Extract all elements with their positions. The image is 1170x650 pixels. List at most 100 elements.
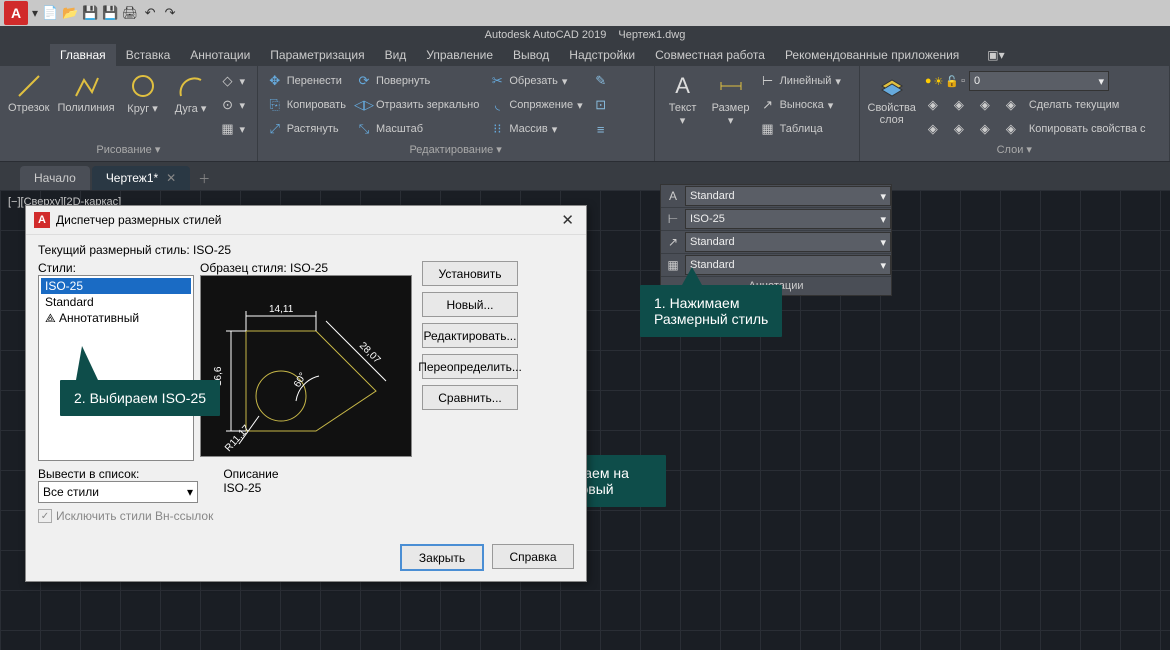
leader-button[interactable]: ↗Выноска ▾ (757, 94, 844, 116)
redo-icon[interactable]: ↷ (162, 5, 178, 21)
rotate-button[interactable]: ⟳Повернуть (353, 70, 482, 92)
copy-button[interactable]: ⎘Копировать (264, 94, 349, 116)
add-tab-icon[interactable]: ＋ (192, 166, 216, 190)
edit-misc2-icon[interactable]: ⊡ (590, 94, 612, 116)
layer-tool1-icon[interactable]: ◈ (922, 94, 944, 116)
group-draw-title[interactable]: Рисование ▾ (6, 141, 251, 157)
tab-extra-icon[interactable]: ▣▾ (977, 44, 1014, 66)
styles-listbox[interactable]: ISO-25 Standard ⟁ Аннотативный (38, 275, 194, 461)
dim-style-combo[interactable]: ISO-25▾ (685, 209, 891, 229)
list-filter-combo[interactable]: Все стили▾ (38, 481, 198, 503)
table-button[interactable]: ▦Таблица (757, 118, 844, 140)
layer-tool2-icon[interactable]: ◈ (948, 94, 970, 116)
close-tab-icon[interactable]: ✕ (166, 171, 176, 185)
layer-properties-button[interactable]: Свойства слоя (866, 70, 918, 128)
drawing-canvas[interactable]: [−][Сверху][2D-каркас] AStandard▾ ⊢ISO-2… (0, 190, 1170, 650)
polyline-button[interactable]: Полилиния (55, 70, 116, 116)
tab-insert[interactable]: Вставка (116, 44, 181, 66)
close-button[interactable]: Закрыть (400, 544, 484, 571)
saveas-icon[interactable]: 💾 (102, 5, 118, 21)
copy-props-button[interactable]: Копировать свойства с (1026, 118, 1149, 140)
array-button[interactable]: ⁝⁝Массив ▾ (486, 118, 585, 140)
svg-text:28,07: 28,07 (357, 340, 383, 366)
layer-tool3-icon[interactable]: ◈ (974, 94, 996, 116)
draw-misc1-icon[interactable]: ◇▾ (217, 70, 249, 92)
layer-tool7-icon[interactable]: ◈ (974, 118, 996, 140)
tab-featured[interactable]: Рекомендованные приложения (775, 44, 969, 66)
scale-button[interactable]: ⤡Масштаб (353, 118, 482, 140)
plot-icon[interactable]: 🖨 (122, 5, 138, 21)
app-logo-icon[interactable]: A (4, 1, 28, 25)
style-item-iso25[interactable]: ISO-25 (41, 278, 191, 294)
svg-text:14,11: 14,11 (269, 304, 294, 315)
tab-view[interactable]: Вид (375, 44, 417, 66)
dialog-logo-icon: A (34, 212, 50, 228)
style-preview: 14,11 16,6 28,07 60° R11,17 (200, 275, 412, 457)
layer-tool8-icon[interactable]: ◈ (1000, 118, 1022, 140)
dimension-button[interactable]: Размер▾ (709, 70, 753, 129)
tab-output[interactable]: Вывод (503, 44, 559, 66)
move-button[interactable]: ✥Перенести (264, 70, 349, 92)
svg-text:60°: 60° (292, 371, 309, 390)
help-button[interactable]: Справка (492, 544, 574, 569)
tab-manage[interactable]: Управление (416, 44, 503, 66)
style-item-standard[interactable]: Standard (41, 294, 191, 310)
stretch-button[interactable]: ⤢Растянуть (264, 118, 349, 140)
trim-button[interactable]: ✂Обрезать ▾ (486, 70, 585, 92)
table-style-combo[interactable]: Standard▾ (685, 255, 891, 275)
quick-access-toolbar: A ▾ 📄 📂 💾 💾 🖨 ↶ ↷ (0, 0, 1170, 26)
qat-dropdown-icon[interactable]: ▾ (32, 6, 38, 20)
line-button[interactable]: Отрезок (6, 70, 51, 116)
arc-button[interactable]: Дуга ▾ (169, 70, 213, 117)
tab-annotate[interactable]: Аннотации (180, 44, 260, 66)
preview-label: Образец стиля: ISO-25 (200, 261, 410, 275)
close-dialog-icon[interactable]: ✕ (557, 211, 578, 229)
group-annot-title[interactable] (661, 141, 853, 157)
override-button[interactable]: Переопределить... (422, 354, 518, 379)
tab-start[interactable]: Начало (20, 166, 90, 190)
svg-text:R11,17: R11,17 (223, 423, 253, 454)
desc-label: Описание (223, 467, 433, 481)
layer-tool4-icon[interactable]: ◈ (1000, 94, 1022, 116)
style-item-annotative[interactable]: ⟁ Аннотативный (41, 310, 191, 327)
open-icon[interactable]: 📂 (62, 5, 78, 21)
new-style-button[interactable]: Новый... (422, 292, 518, 317)
layer-tool6-icon[interactable]: ◈ (948, 118, 970, 140)
tab-drawing1[interactable]: Чертеж1*✕ (92, 166, 190, 190)
tab-collab[interactable]: Совместная работа (645, 44, 775, 66)
group-layers-title[interactable]: Слои ▾ (866, 141, 1164, 157)
draw-misc3-icon[interactable]: ▦▾ (217, 118, 249, 140)
mirror-button[interactable]: ◁▷Отразить зеркально (353, 94, 482, 116)
tab-addins[interactable]: Надстройки (559, 44, 645, 66)
group-edit-title[interactable]: Редактирование ▾ (264, 141, 648, 157)
new-icon[interactable]: 📄 (42, 5, 58, 21)
styles-label: Стили: (38, 261, 188, 275)
text-button[interactable]: AТекст▾ (661, 70, 705, 129)
layer-combo[interactable]: ●☀🔓▫0▾ (922, 70, 1149, 92)
edit-style-button[interactable]: Редактировать... (422, 323, 518, 348)
fillet-button[interactable]: ◟Сопряжение ▾ (486, 94, 585, 116)
leader-style-combo[interactable]: Standard▾ (685, 232, 891, 252)
text-style-icon: A (661, 189, 685, 203)
tab-home[interactable]: Главная (50, 44, 116, 66)
callout-1: 1. Нажимаем Размерный стиль (640, 285, 782, 337)
set-current-button[interactable]: Установить (422, 261, 518, 286)
title-bar: Autodesk AutoCAD 2019 Чертеж1.dwg (0, 26, 1170, 44)
linear-button[interactable]: ⊢Линейный ▾ (757, 70, 844, 92)
compare-button[interactable]: Сравнить... (422, 385, 518, 410)
draw-misc2-icon[interactable]: ⊙▾ (217, 94, 249, 116)
tab-parametric[interactable]: Параметризация (260, 44, 374, 66)
exclude-xref-checkbox[interactable]: ✓Исключить стили Вн-ссылок (38, 509, 213, 523)
edit-misc1-icon[interactable]: ✎ (590, 70, 612, 92)
file-name: Чертеж1.dwg (618, 29, 685, 41)
layer-tool5-icon[interactable]: ◈ (922, 118, 944, 140)
text-style-combo[interactable]: Standard▾ (685, 186, 891, 206)
menu-bar: Главная Вставка Аннотации Параметризация… (0, 44, 1170, 66)
make-current-button[interactable]: Сделать текущим (1026, 94, 1122, 116)
edit-misc3-icon[interactable]: ≡ (590, 118, 612, 140)
circle-button[interactable]: Круг ▾ (121, 70, 165, 117)
undo-icon[interactable]: ↶ (142, 5, 158, 21)
save-icon[interactable]: 💾 (82, 5, 98, 21)
list-label: Вывести в список: (38, 467, 213, 481)
leader-style-icon: ↗ (661, 235, 685, 249)
